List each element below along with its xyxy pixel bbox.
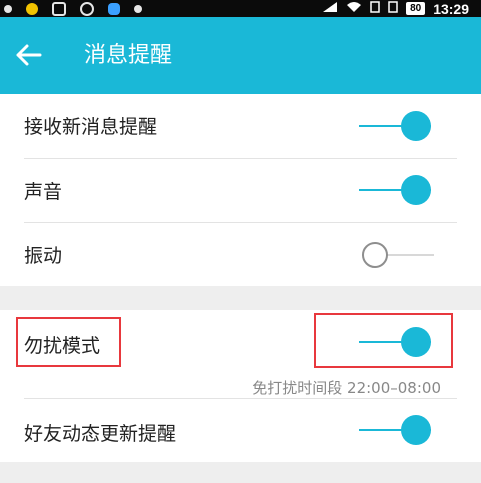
friend-updates-toggle[interactable] xyxy=(359,414,431,446)
signal-icon xyxy=(322,1,338,16)
receive-new-toggle[interactable] xyxy=(359,110,431,142)
toggle-knob xyxy=(401,111,431,141)
setting-label-friend-updates: 好友动态更新提醒 xyxy=(24,423,177,445)
app-bar: 消息提醒 xyxy=(0,17,481,94)
status-icons-left xyxy=(4,0,142,17)
setting-label-receive-new: 接收新消息提醒 xyxy=(24,116,158,138)
status-icons-right: 80 13:29 xyxy=(322,0,469,17)
page-title: 消息提醒 xyxy=(84,43,173,68)
toggle-knob xyxy=(401,415,431,445)
setting-row-sound[interactable]: 声音 xyxy=(0,159,481,222)
setting-label-sound: 声音 xyxy=(24,181,63,203)
section-gap xyxy=(0,286,481,310)
sim-icon xyxy=(370,1,380,16)
back-arrow-icon[interactable] xyxy=(14,43,44,67)
notification-icon xyxy=(4,4,12,13)
toggle-knob xyxy=(401,175,431,205)
sound-toggle[interactable] xyxy=(359,174,431,206)
wifi-notify-icon xyxy=(134,4,142,13)
setting-row-friend-updates[interactable]: 好友动态更新提醒 xyxy=(0,399,481,462)
setting-label-vibrate: 振动 xyxy=(24,245,63,267)
sync-icon xyxy=(80,1,94,16)
status-bar: 80 13:29 xyxy=(0,0,481,17)
bottom-gap xyxy=(0,462,481,483)
setting-row-receive-new[interactable]: 接收新消息提醒 xyxy=(0,94,481,158)
browser-notification-icon xyxy=(108,2,120,15)
highlight-box-label xyxy=(16,317,121,367)
highlight-box-toggle xyxy=(314,313,453,368)
toggle-knob xyxy=(362,242,388,268)
battery-level: 80 xyxy=(406,2,426,15)
screenshot-icon xyxy=(52,1,66,16)
status-time: 13:29 xyxy=(433,0,469,17)
setting-row-vibrate[interactable]: 振动 xyxy=(0,223,481,286)
wifi-icon xyxy=(346,1,362,16)
vibrate-toggle[interactable] xyxy=(362,239,434,271)
sim2-icon xyxy=(388,1,398,16)
dnd-time-range: 免打扰时间段 22:00–08:00 xyxy=(252,379,441,397)
app-notification-icon xyxy=(26,2,38,15)
